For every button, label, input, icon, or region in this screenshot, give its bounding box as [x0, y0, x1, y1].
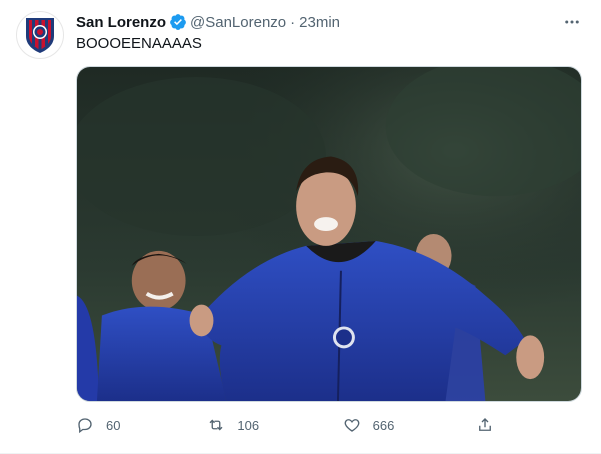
separator-dot: · — [290, 13, 296, 31]
tweet-media-photo[interactable] — [76, 66, 582, 402]
tweet-text: BOOOEENAAAAS — [76, 35, 202, 52]
share-button[interactable] — [476, 416, 506, 434]
verified-badge-icon — [170, 14, 186, 30]
reply-button[interactable]: 60 — [76, 416, 207, 434]
tweet-card[interactable]: San Lorenzo @SanLorenzo · 23min BOOOEENA… — [0, 0, 601, 454]
more-dots-icon — [565, 20, 579, 24]
reply-icon — [78, 418, 92, 434]
timestamp[interactable]: 23min — [299, 14, 340, 31]
reply-count: 60 — [106, 417, 121, 433]
tweet-actions: 60 106 666 — [76, 412, 506, 438]
retweet-button[interactable]: 106 — [207, 416, 342, 434]
like-button[interactable]: 666 — [343, 416, 476, 434]
photo-image — [77, 67, 581, 401]
more-options-button[interactable] — [560, 12, 584, 32]
club-crest-icon — [26, 18, 54, 53]
like-count: 666 — [372, 417, 395, 433]
retweet-icon — [209, 419, 223, 431]
avatar[interactable] — [16, 11, 64, 59]
heart-icon — [344, 419, 360, 432]
share-icon — [479, 418, 491, 431]
display-name[interactable]: San Lorenzo — [76, 14, 166, 31]
tweet-header: San Lorenzo @SanLorenzo · 23min — [76, 12, 340, 32]
retweet-count: 106 — [237, 417, 260, 433]
user-handle[interactable]: @SanLorenzo — [190, 14, 286, 31]
